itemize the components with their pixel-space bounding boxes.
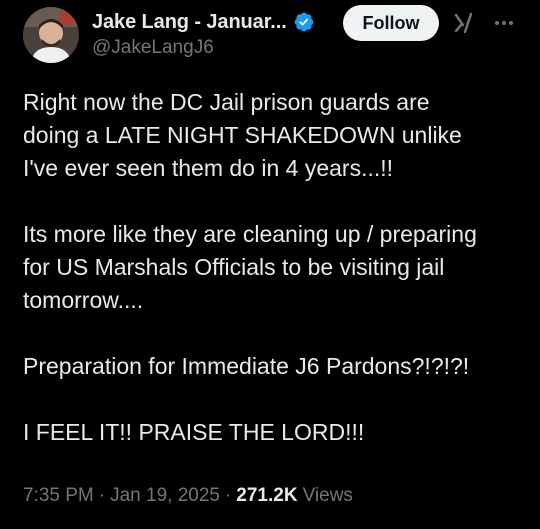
tweet-paragraph: I FEEL IT!! PRAISE THE LORD!!! <box>23 416 523 449</box>
grok-icon[interactable] <box>452 11 476 35</box>
tweet-line: doing a LATE NIGHT SHAKEDOWN unlike <box>23 122 462 148</box>
tweet-meta: 7:35 PM · Jan 19, 2025 · 271.2K Views <box>23 485 353 507</box>
tweet-line: tomorrow.... <box>23 287 144 313</box>
tweet-line: for US Marshals Officials to be visiting… <box>23 254 445 280</box>
tweet-text: Right now the DC Jail prison guards are … <box>23 86 523 449</box>
follow-button[interactable]: Follow <box>343 5 439 41</box>
tweet-line: Right now the DC Jail prison guards are <box>23 89 430 115</box>
more-options-icon[interactable] <box>492 11 516 35</box>
avatar[interactable] <box>23 7 79 63</box>
views-count[interactable]: 271.2K <box>236 485 297 507</box>
tweet-line: I FEEL IT!! PRAISE THE LORD!!! <box>23 419 365 445</box>
author-handle[interactable]: @JakeLangJ6 <box>92 37 214 59</box>
author-display-name[interactable]: Jake Lang - Januar... <box>92 11 287 34</box>
author-name-row[interactable]: Jake Lang - Januar... <box>92 9 315 35</box>
verified-badge-icon <box>293 11 315 33</box>
tweet-line: Its more like they are cleaning up / pre… <box>23 221 477 247</box>
tweet-time[interactable]: 7:35 PM <box>23 485 94 507</box>
tweet-header: Jake Lang - Januar... @JakeLangJ6 Follow <box>0 0 540 72</box>
views-label: Views <box>302 485 353 506</box>
tweet-date[interactable]: Jan 19, 2025 <box>110 485 220 507</box>
tweet-line: Preparation for Immediate J6 Pardons?!?!… <box>23 353 470 379</box>
meta-separator: · <box>224 485 232 506</box>
tweet-line: I've ever seen them do in 4 years...!! <box>23 155 394 181</box>
tweet-paragraph: Right now the DC Jail prison guards are … <box>23 86 523 185</box>
tweet-paragraph: Preparation for Immediate J6 Pardons?!?!… <box>23 350 523 383</box>
tweet-paragraph: Its more like they are cleaning up / pre… <box>23 218 523 317</box>
meta-separator: · <box>98 485 106 506</box>
